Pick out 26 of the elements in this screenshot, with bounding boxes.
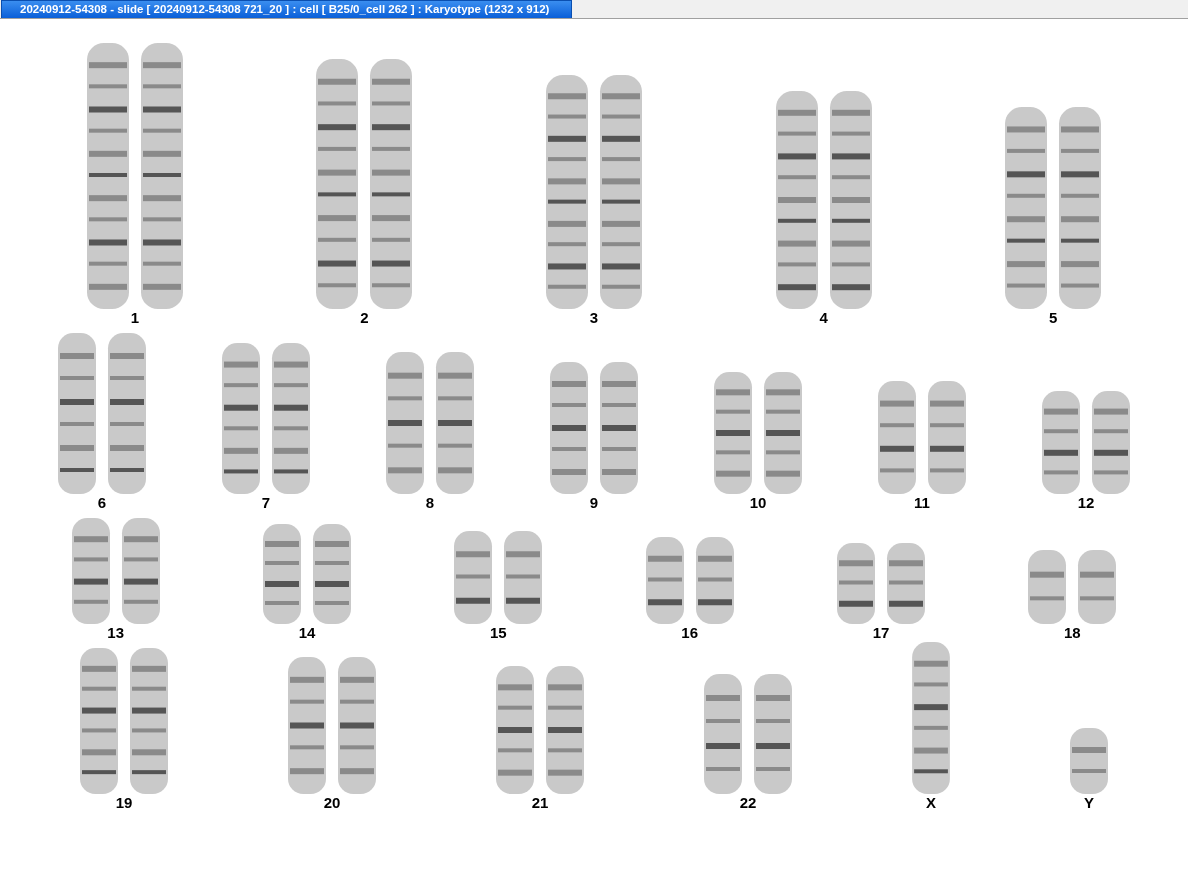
chromosome-number: 19 xyxy=(115,794,133,812)
chromosome-number: 18 xyxy=(1063,624,1081,642)
chromosome-drawing xyxy=(1070,728,1108,794)
chromosome-number: 7 xyxy=(261,494,271,512)
chromosome-number: 22 xyxy=(739,794,757,812)
window-title: 20240912-54308 - slide [ 20240912-54308 721_20 ] : cell [ B25/0_cell 262 ] : Karyotype (1232 x 912) xyxy=(1,0,573,18)
chromosome-number: 5 xyxy=(1049,309,1058,327)
chromosome-number: 11 xyxy=(914,494,930,512)
chromosome-number: 9 xyxy=(589,494,599,512)
chromosome-number: 17 xyxy=(872,624,890,642)
chromosome-number: 21 xyxy=(531,794,549,812)
chromosome-number: Y xyxy=(1084,794,1094,812)
chromosome-number: 6 xyxy=(97,494,107,512)
chromosome-number: 4 xyxy=(819,309,828,327)
chromosome-number: 3 xyxy=(589,309,599,327)
chromosome-number: 13 xyxy=(107,624,124,642)
chromosome-number: 8 xyxy=(425,494,435,512)
chromosome-number: 20 xyxy=(323,794,341,812)
chromosome-number: 12 xyxy=(1077,494,1095,512)
chromosome-number: 10 xyxy=(749,494,767,512)
chromosome-number: X xyxy=(926,794,936,812)
chromosome-number: 1 xyxy=(130,309,139,327)
chromosome-number: 14 xyxy=(298,624,316,642)
chromosome-number: 2 xyxy=(360,309,369,327)
chromosome-number: 15 xyxy=(489,624,507,642)
chromosome-number: 16 xyxy=(681,624,698,642)
